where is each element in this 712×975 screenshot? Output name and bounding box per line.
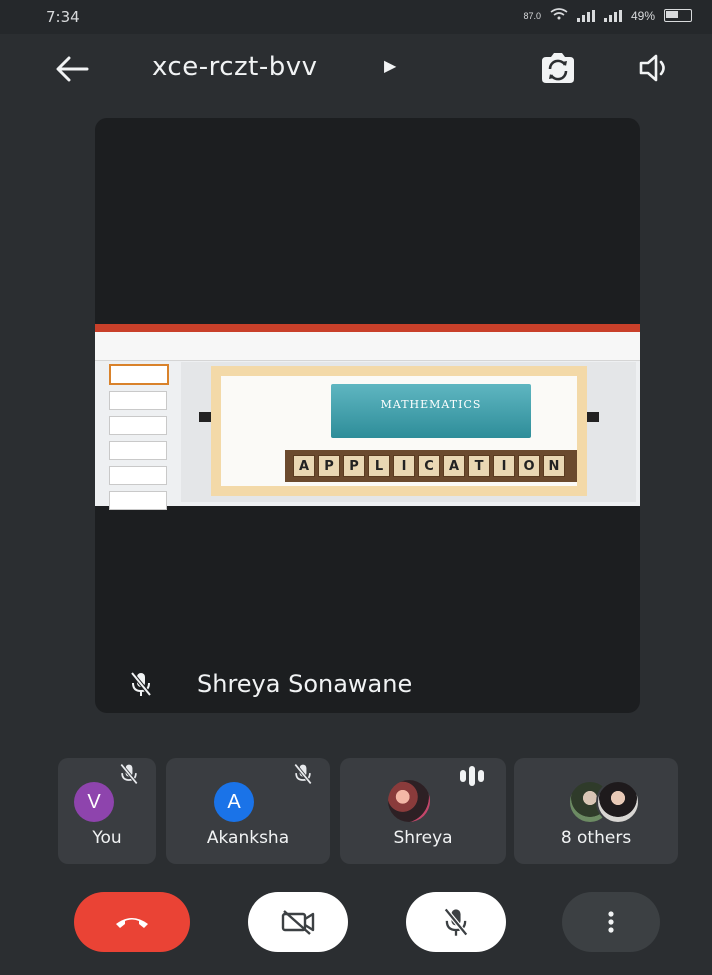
letter-tile: A: [293, 455, 315, 477]
slide-thumbnail: [109, 364, 169, 385]
application-banner: APPLICATION: [285, 450, 577, 482]
signal-icon: [576, 9, 595, 22]
mic-off-icon: [292, 762, 314, 791]
more-options-button[interactable]: [562, 892, 660, 952]
participant-label: Shreya: [393, 828, 453, 848]
current-slide: MATHEMATICS APPLICATION: [211, 366, 587, 496]
status-icons: 87.0 49%: [523, 8, 692, 23]
ppt-ribbon: [95, 332, 640, 361]
meeting-code[interactable]: xce-rczt-bvv: [152, 52, 318, 82]
letter-tile: C: [418, 455, 440, 477]
call-controls: [0, 892, 712, 962]
participant-label: Akanksha: [206, 828, 290, 848]
slide-thumbnail: [109, 441, 167, 460]
battery-icon: [664, 9, 692, 22]
switch-camera-icon: [542, 53, 574, 83]
battery-percent: 49%: [630, 8, 655, 23]
letter-tile: P: [318, 455, 340, 477]
slide-thumbnail: [109, 391, 167, 410]
ppt-title-bar: [95, 324, 640, 332]
letter-tile: P: [343, 455, 365, 477]
participant-label: 8 others: [560, 828, 632, 848]
video-off-icon: [281, 910, 315, 935]
mathematics-image: MATHEMATICS: [331, 384, 531, 438]
participant-tile-others[interactable]: 8 others: [514, 758, 678, 864]
phone-hangup-icon: [116, 918, 148, 928]
slide-heading: MATHEMATICS: [380, 398, 482, 411]
back-button[interactable]: [52, 52, 92, 86]
mic-off-icon: [118, 762, 140, 791]
participant-tile-akanksha[interactable]: A Akanksha: [166, 758, 330, 864]
participant-photo: [596, 780, 640, 824]
wifi-icon: [550, 8, 568, 23]
avatar: A: [214, 782, 254, 822]
mic-off-icon: [129, 670, 153, 703]
letter-tile: L: [368, 455, 390, 477]
slide-thumbnail: [109, 416, 167, 435]
speaker-icon: [639, 54, 665, 82]
participant-tile-you[interactable]: V You: [58, 758, 156, 864]
letter-tile: N: [543, 455, 565, 477]
participant-tile-shreya[interactable]: Shreya: [340, 758, 506, 864]
avatar: V: [74, 782, 114, 822]
status-time: 7:34: [46, 8, 80, 26]
speaker-button[interactable]: [634, 50, 676, 86]
audio-level-icon: [458, 764, 488, 791]
mic-off-icon: [443, 907, 469, 937]
slide-canvas: MATHEMATICS APPLICATION: [181, 362, 636, 502]
letter-tile: I: [493, 455, 515, 477]
caret-right-icon[interactable]: ▶: [384, 56, 396, 76]
participant-label: You: [92, 828, 122, 848]
call-header: xce-rczt-bvv ▶: [0, 34, 712, 102]
letter-tile: T: [468, 455, 490, 477]
end-call-button[interactable]: [74, 892, 190, 952]
camera-toggle-button[interactable]: [248, 892, 348, 952]
presenter-name: Shreya Sonawane: [197, 670, 413, 698]
slide-thumbnail: [109, 491, 167, 510]
switch-camera-button[interactable]: [534, 48, 582, 88]
main-video-stage[interactable]: MATHEMATICS APPLICATION Shreya Sonawane: [95, 118, 640, 713]
participant-strip: V You A Akanksha Shreya 8 others: [58, 758, 678, 864]
letter-tile: O: [518, 455, 540, 477]
net-speed: 87.0: [523, 10, 541, 21]
more-vertical-icon: [608, 911, 614, 933]
letter-tile: A: [443, 455, 465, 477]
screen-share-presentation: MATHEMATICS APPLICATION: [95, 324, 640, 510]
participant-photo: [388, 780, 430, 822]
arrow-left-icon: [56, 56, 89, 82]
letter-tile: I: [393, 455, 415, 477]
mic-toggle-button[interactable]: [406, 892, 506, 952]
slide-thumbnail: [109, 466, 167, 485]
slide-thumbnails: [101, 364, 169, 510]
signal-icon-2: [603, 9, 622, 22]
status-bar: 7:34 87.0 49%: [0, 0, 712, 34]
